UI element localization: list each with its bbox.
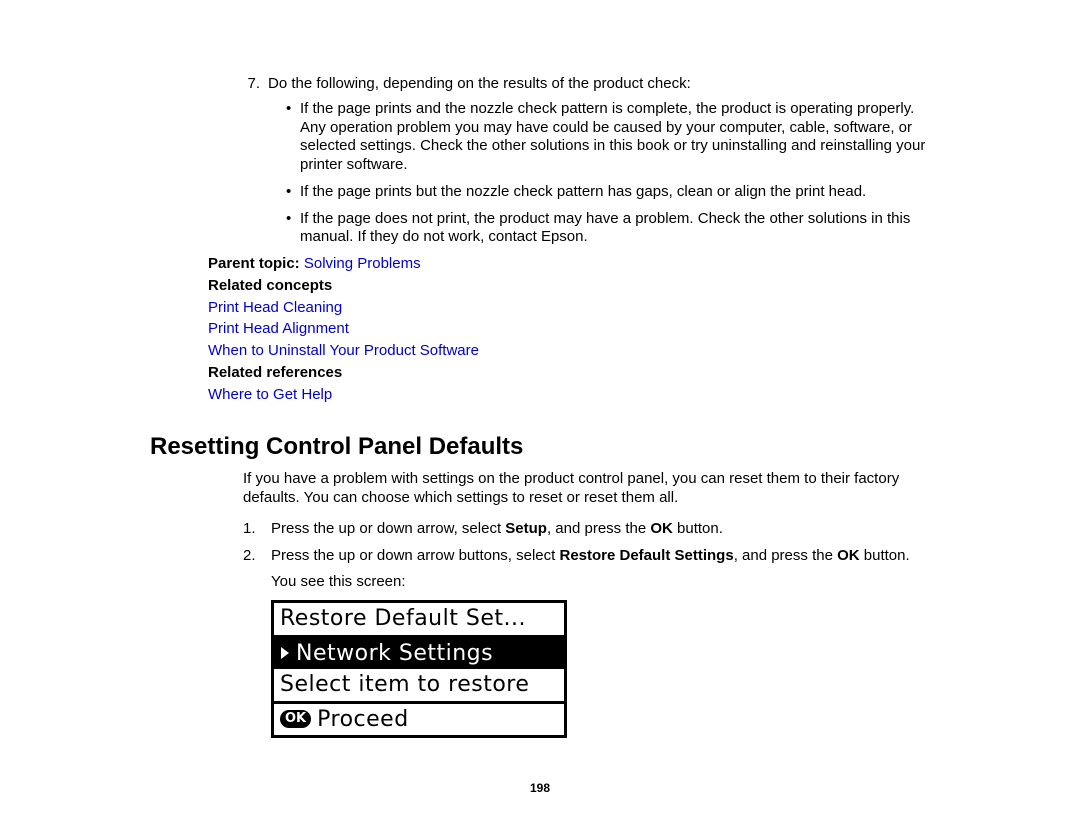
right-arrow-icon xyxy=(280,647,290,659)
step-text-part: , and press the xyxy=(547,520,650,537)
lcd-line-hint: Select item to restore xyxy=(274,669,564,701)
section-title: Resetting Control Panel Defaults xyxy=(150,432,930,462)
parent-topic-link[interactable]: Solving Problems xyxy=(304,255,421,272)
ok-badge-icon: OK xyxy=(280,710,311,728)
related-references-label: Related references xyxy=(208,364,930,383)
step-bold: OK xyxy=(650,520,673,537)
step-7-row: 7. Do the following, depending on the re… xyxy=(240,75,930,94)
step-row: 1. Press the up or down arrow, select Se… xyxy=(243,520,930,539)
step-text-part: button. xyxy=(673,520,723,537)
step-text-part: Press the up or down arrow buttons, sele… xyxy=(271,547,559,564)
bullet-item: If the page does not print, the product … xyxy=(286,210,930,248)
lcd-line-title: Restore Default Set... xyxy=(274,603,564,638)
step-7-block: 7. Do the following, depending on the re… xyxy=(150,75,930,247)
section-intro: If you have a problem with settings on t… xyxy=(150,470,930,508)
step-number: 7. xyxy=(240,75,268,94)
step-text-part: , and press the xyxy=(734,547,837,564)
bullet-item: If the page prints but the nozzle check … xyxy=(286,183,930,202)
related-concept-link[interactable]: When to Uninstall Your Product Software xyxy=(208,342,930,361)
step-row: 2. Press the up or down arrow buttons, s… xyxy=(243,547,930,566)
lcd-selected-text: Network Settings xyxy=(296,640,493,668)
parent-topic-line: Parent topic: Solving Problems xyxy=(208,255,930,274)
lcd-proceed-text: Proceed xyxy=(317,706,409,734)
section-steps: 1. Press the up or down arrow, select Se… xyxy=(150,520,930,592)
step-text: Do the following, depending on the resul… xyxy=(268,75,930,94)
step-number: 2. xyxy=(243,547,256,566)
related-concept-link[interactable]: Print Head Alignment xyxy=(208,320,930,339)
screen-caption: You see this screen: xyxy=(243,573,930,592)
bullet-item: If the page prints and the nozzle check … xyxy=(286,100,930,175)
metadata-block: Parent topic: Solving Problems Related c… xyxy=(150,255,930,404)
lcd-line-selected: Network Settings xyxy=(274,638,564,670)
page-number: 198 xyxy=(0,781,1080,796)
step-7-bullets: If the page prints and the nozzle check … xyxy=(240,100,930,247)
step-number: 1. xyxy=(243,520,256,539)
lcd-panel: Restore Default Set... Network Settings … xyxy=(271,600,567,738)
step-bold: OK xyxy=(837,547,860,564)
related-concept-link[interactable]: Print Head Cleaning xyxy=(208,299,930,318)
related-reference-link[interactable]: Where to Get Help xyxy=(208,386,930,405)
related-concepts-label: Related concepts xyxy=(208,277,930,296)
parent-topic-label: Parent topic: xyxy=(208,255,300,272)
step-text-part: button. xyxy=(860,547,910,564)
document-page: 7. Do the following, depending on the re… xyxy=(0,0,1080,834)
lcd-line-proceed: OK Proceed xyxy=(274,701,564,736)
step-bold: Restore Default Settings xyxy=(559,547,733,564)
step-text-part: Press the up or down arrow, select xyxy=(271,520,505,537)
step-bold: Setup xyxy=(505,520,547,537)
